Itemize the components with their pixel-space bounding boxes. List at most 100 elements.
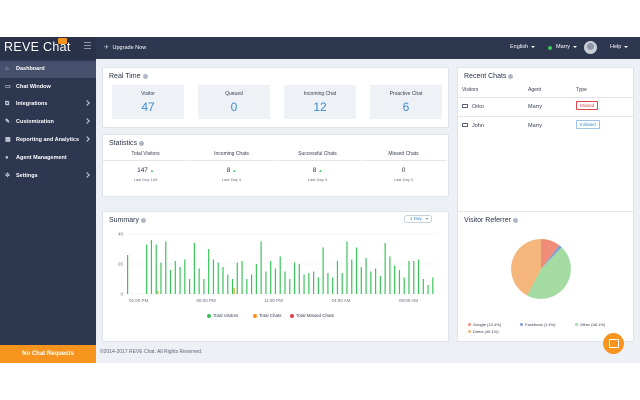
x-tick-label: 04:00 AM xyxy=(332,298,351,303)
sidebar-item-integrations[interactable]: ⧉ Integrations xyxy=(0,96,96,113)
stat-sub: Last Day 0 xyxy=(393,177,414,182)
sidebar-item-reporting[interactable]: ▦ Reporting and Analytics xyxy=(0,132,96,149)
help-menu[interactable]: Help xyxy=(610,44,629,50)
chart-bar xyxy=(265,271,267,294)
chart-bar xyxy=(155,244,157,294)
upgrade-button[interactable]: ✈ Upgrade Now xyxy=(104,44,146,51)
legend-label: Facebook (1.4%) xyxy=(525,322,556,327)
agent-name: Marry xyxy=(528,104,543,110)
caret-down-icon xyxy=(624,45,629,48)
stat-value-row: 8 ▲ xyxy=(189,167,274,174)
monitor-icon xyxy=(462,104,468,108)
chart-bar xyxy=(413,261,415,294)
chart-bar xyxy=(165,241,167,294)
up-arrow-icon: ▲ xyxy=(149,168,154,173)
stat-sub: Last Day 4 xyxy=(307,177,328,182)
info-icon[interactable] xyxy=(142,73,148,79)
column-header-type: Type xyxy=(576,87,587,93)
chart-bar xyxy=(169,270,172,294)
avatar[interactable] xyxy=(584,41,597,54)
chart-bar xyxy=(212,259,215,294)
help-label: Help xyxy=(610,44,622,50)
recent-chats-title: Recent Chats xyxy=(464,73,514,80)
info-icon[interactable] xyxy=(508,73,514,79)
sidebar-item-dashboard[interactable]: ⌂ Dashboard xyxy=(0,61,96,78)
visitor-referrer-panel: Visitor Referrer Google (10.4%) Facebook… xyxy=(457,211,634,342)
stat-label: Incoming Chats xyxy=(189,151,274,161)
y-tick-label: 0 xyxy=(120,292,123,297)
sidebar-item-agent-management[interactable]: ● Agent Management xyxy=(0,150,96,167)
info-icon[interactable] xyxy=(512,217,518,223)
stat-value: 8 xyxy=(312,167,317,174)
summary-panel: 0 20 40 01:00 PM 06:00 PM 11:00 PM 04:00 AM 09:… xyxy=(102,211,449,342)
top-bar: ✈ Upgrade Now English Marry Help xyxy=(96,37,640,59)
chart-bar xyxy=(370,271,372,294)
chart-bar xyxy=(241,261,243,294)
x-tick-label: 09:00 AM xyxy=(399,298,418,303)
sidebar-item-customization[interactable]: ✎ Customization xyxy=(0,114,96,131)
chart-bar xyxy=(332,277,334,294)
chat-widget-button[interactable] xyxy=(603,333,624,354)
chart-bar xyxy=(203,279,205,294)
chart-bar xyxy=(260,241,262,294)
visitor-name: Orko xyxy=(472,104,484,110)
sidebar-item-label: Chat Window xyxy=(16,84,51,90)
chart-bar xyxy=(365,258,367,294)
chart-bar xyxy=(322,247,324,294)
realtime-proactive-box[interactable]: Proactive Chat 6 xyxy=(370,85,442,119)
sidebar-item-label: Reporting and Analytics xyxy=(16,137,80,143)
chart-bar xyxy=(127,255,129,294)
info-icon[interactable] xyxy=(139,140,145,146)
table-row[interactable]: John Marry Initiated xyxy=(458,116,633,134)
stat-label: Total Visitors xyxy=(103,151,188,161)
chart-bar xyxy=(351,259,353,294)
menu-toggle-icon[interactable] xyxy=(84,42,91,50)
chart-bar xyxy=(360,267,362,294)
chevron-right-icon xyxy=(84,100,90,106)
chart-bar xyxy=(375,268,377,294)
range-select[interactable]: 1 Day xyxy=(404,215,432,223)
chevron-right-icon xyxy=(84,136,90,142)
chart-bar xyxy=(246,279,248,294)
realtime-visitor-box[interactable]: Visitor 47 xyxy=(112,85,184,119)
stat-value-row: 8 ▲ xyxy=(275,167,360,174)
legend-facebook: Facebook (1.4%) xyxy=(520,322,555,327)
chart-bar xyxy=(389,256,391,294)
table-row[interactable]: Orko Marry Missed xyxy=(458,97,633,115)
chart-bar xyxy=(174,261,176,294)
legend-dot xyxy=(290,313,294,318)
chart-bar xyxy=(184,259,186,294)
agent-menu[interactable]: Marry xyxy=(556,44,578,50)
chart-bar xyxy=(289,279,291,294)
chart-bar xyxy=(427,285,429,294)
chart-bar xyxy=(422,279,424,294)
status-badge: Missed xyxy=(576,101,599,110)
info-icon[interactable] xyxy=(140,217,146,223)
legend-total-missed-chats[interactable]: Total Missed Chats xyxy=(290,313,334,318)
brush-icon: ✎ xyxy=(5,119,11,125)
chart-bar xyxy=(398,270,401,294)
realtime-box-value: 0 xyxy=(230,100,238,114)
realtime-box-label: Queued xyxy=(225,91,243,97)
chart-bar xyxy=(274,268,277,294)
chevron-right-icon xyxy=(84,118,90,124)
upgrade-label: Upgrade Now xyxy=(112,45,147,51)
chart-bar xyxy=(222,267,224,294)
realtime-incoming-box[interactable]: Incoming Chat 12 xyxy=(284,85,356,119)
stat-sub: Last Day 105 xyxy=(133,177,158,182)
chart-bar xyxy=(336,261,339,294)
chart-bar xyxy=(236,262,238,294)
no-chat-requests-bar[interactable]: No Chat Requests xyxy=(0,345,96,363)
chart-bar xyxy=(146,244,148,294)
sidebar-item-label: Agent Management xyxy=(16,155,67,161)
language-select[interactable]: English xyxy=(510,44,536,50)
referrer-pie-chart xyxy=(511,239,571,299)
sidebar-item-settings[interactable]: ✲ Settings xyxy=(0,168,96,185)
realtime-queued-box[interactable]: Queued 0 xyxy=(198,85,270,119)
legend-total-chats[interactable]: Total Chats xyxy=(253,313,282,318)
chart-bar xyxy=(189,279,191,294)
legend-dot xyxy=(207,313,211,318)
sidebar-item-chat-window[interactable]: ▭ Chat Window xyxy=(0,79,96,96)
legend-total-visitors[interactable]: Total Visitors xyxy=(207,313,238,318)
realtime-box-label: Proactive Chat xyxy=(389,91,423,97)
